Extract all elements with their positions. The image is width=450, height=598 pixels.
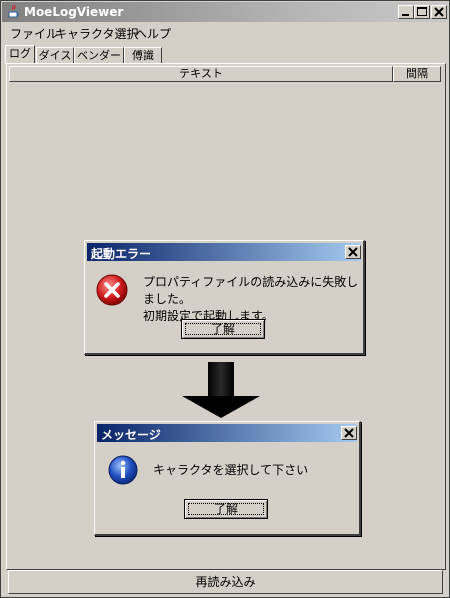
tab-knowledge[interactable]: 傅識: [124, 47, 162, 64]
tab-dice[interactable]: ダイス: [36, 47, 74, 64]
error-dialog-titlebar[interactable]: 起動エラー: [87, 243, 361, 261]
info-icon: [108, 455, 138, 485]
message-dialog-titlebar[interactable]: メッセージ: [97, 424, 357, 442]
focus-ring: [188, 503, 264, 515]
error-ok-button[interactable]: 了解: [181, 319, 265, 339]
minimize-icon: [402, 14, 409, 16]
message-dialog-title: メッセージ: [101, 428, 161, 442]
column-interval[interactable]: 間隔: [393, 66, 441, 82]
tab-vendor[interactable]: ベンダー: [74, 47, 124, 64]
menu-file[interactable]: ファイル: [10, 25, 58, 42]
column-text[interactable]: テキスト: [9, 66, 393, 82]
error-dialog: 起動エラー プロパティファイルの読み込みに失敗しました。 初期設定で起動します。…: [84, 240, 365, 355]
info-message: キャラクタを選択して下さい: [153, 463, 309, 477]
down-arrow-icon: [182, 362, 260, 418]
maximize-icon: [417, 7, 427, 16]
window-title: MoeLogViewer: [24, 5, 124, 19]
menu-character-select[interactable]: キャラクタ選択: [55, 25, 139, 42]
error-message: プロパティファイルの読み込みに失敗しました。 初期設定で起動します。: [143, 274, 363, 325]
close-button[interactable]: [431, 5, 447, 19]
close-icon: [434, 7, 444, 17]
close-icon: [344, 428, 354, 438]
message-dialog: メッセージ キャラクタを選択して下さい 了解: [94, 421, 361, 536]
error-message-line1: プロパティファイルの読み込みに失敗しました。: [143, 275, 359, 306]
menu-bar: ファイル キャラクタ選択 ヘルプ: [2, 23, 448, 41]
tab-log[interactable]: ログ: [5, 45, 35, 64]
message-ok-button[interactable]: 了解: [184, 499, 268, 519]
error-dialog-close-button[interactable]: [345, 245, 361, 259]
message-dialog-close-button[interactable]: [341, 426, 357, 440]
error-dialog-title: 起動エラー: [91, 247, 152, 261]
error-icon: [96, 274, 128, 306]
tab-strip: ログ ダイス ベンダー 傅識: [5, 45, 445, 64]
focus-ring: [185, 323, 261, 335]
reload-button[interactable]: 再読み込み: [8, 570, 443, 594]
java-app-icon: [8, 4, 19, 18]
table-header: テキスト 間隔: [9, 66, 441, 82]
close-icon: [348, 247, 358, 257]
menu-help[interactable]: ヘルプ: [135, 25, 171, 42]
maximize-button[interactable]: [414, 5, 430, 19]
main-titlebar[interactable]: MoeLogViewer: [2, 2, 448, 22]
minimize-button[interactable]: [398, 5, 414, 19]
